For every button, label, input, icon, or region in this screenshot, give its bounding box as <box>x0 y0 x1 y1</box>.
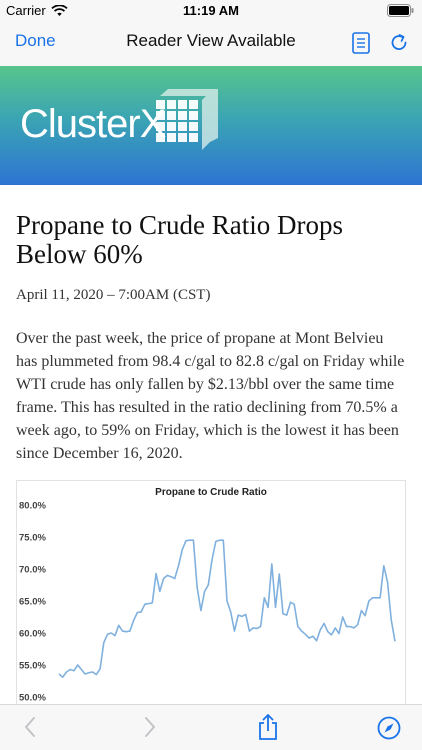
chart-title: Propane to Crude Ratio <box>155 487 267 498</box>
y-tick-label: 80.0% <box>19 501 46 512</box>
chevron-left-icon[interactable] <box>22 715 38 739</box>
share-icon[interactable] <box>256 713 280 741</box>
chevron-right-icon[interactable] <box>142 715 158 739</box>
logo-text: ClusterX <box>20 102 166 146</box>
article-title: Propane to Crude Ratio Drops Below 60% <box>16 210 343 269</box>
status-bar: Carrier 11:19 AM <box>0 0 422 22</box>
chart-svg: Propane to Crude Ratio 80.0% 75.0% 70.0% 65.… <box>19 487 396 704</box>
ratio-chart: Propane to Crude Ratio 80.0% 75.0% 70.0% 65.… <box>16 480 406 704</box>
y-tick-label: 70.0% <box>19 565 46 576</box>
done-button[interactable]: Done <box>15 31 56 51</box>
article: Propane to Crude Ratio Drops Below 60% A… <box>0 185 422 465</box>
bottom-toolbar <box>0 704 422 750</box>
y-tick-label: 65.0% <box>19 597 46 608</box>
web-content[interactable]: ClusterX Propane to Crude Ratio Drops Be… <box>0 66 422 704</box>
compass-icon[interactable] <box>377 716 401 740</box>
reader-view-icon[interactable] <box>352 32 370 54</box>
y-tick-label: 60.0% <box>19 629 46 640</box>
logo-cube-icon <box>156 89 218 150</box>
article-date: April 11, 2020 – 7:00AM (CST) <box>16 287 211 303</box>
article-body: Over the past week, the price of propane… <box>16 330 405 462</box>
site-banner[interactable]: ClusterX <box>0 66 422 185</box>
y-tick-label: 75.0% <box>19 533 46 544</box>
status-time: 11:19 AM <box>183 3 239 18</box>
y-tick-label: 55.0% <box>19 661 46 672</box>
y-tick-label: 50.0% <box>19 693 46 704</box>
reload-icon[interactable] <box>388 32 410 54</box>
navigation-bar: Done Reader View Available <box>0 22 422 66</box>
series-line <box>58 539 396 678</box>
battery-icon <box>387 4 414 17</box>
